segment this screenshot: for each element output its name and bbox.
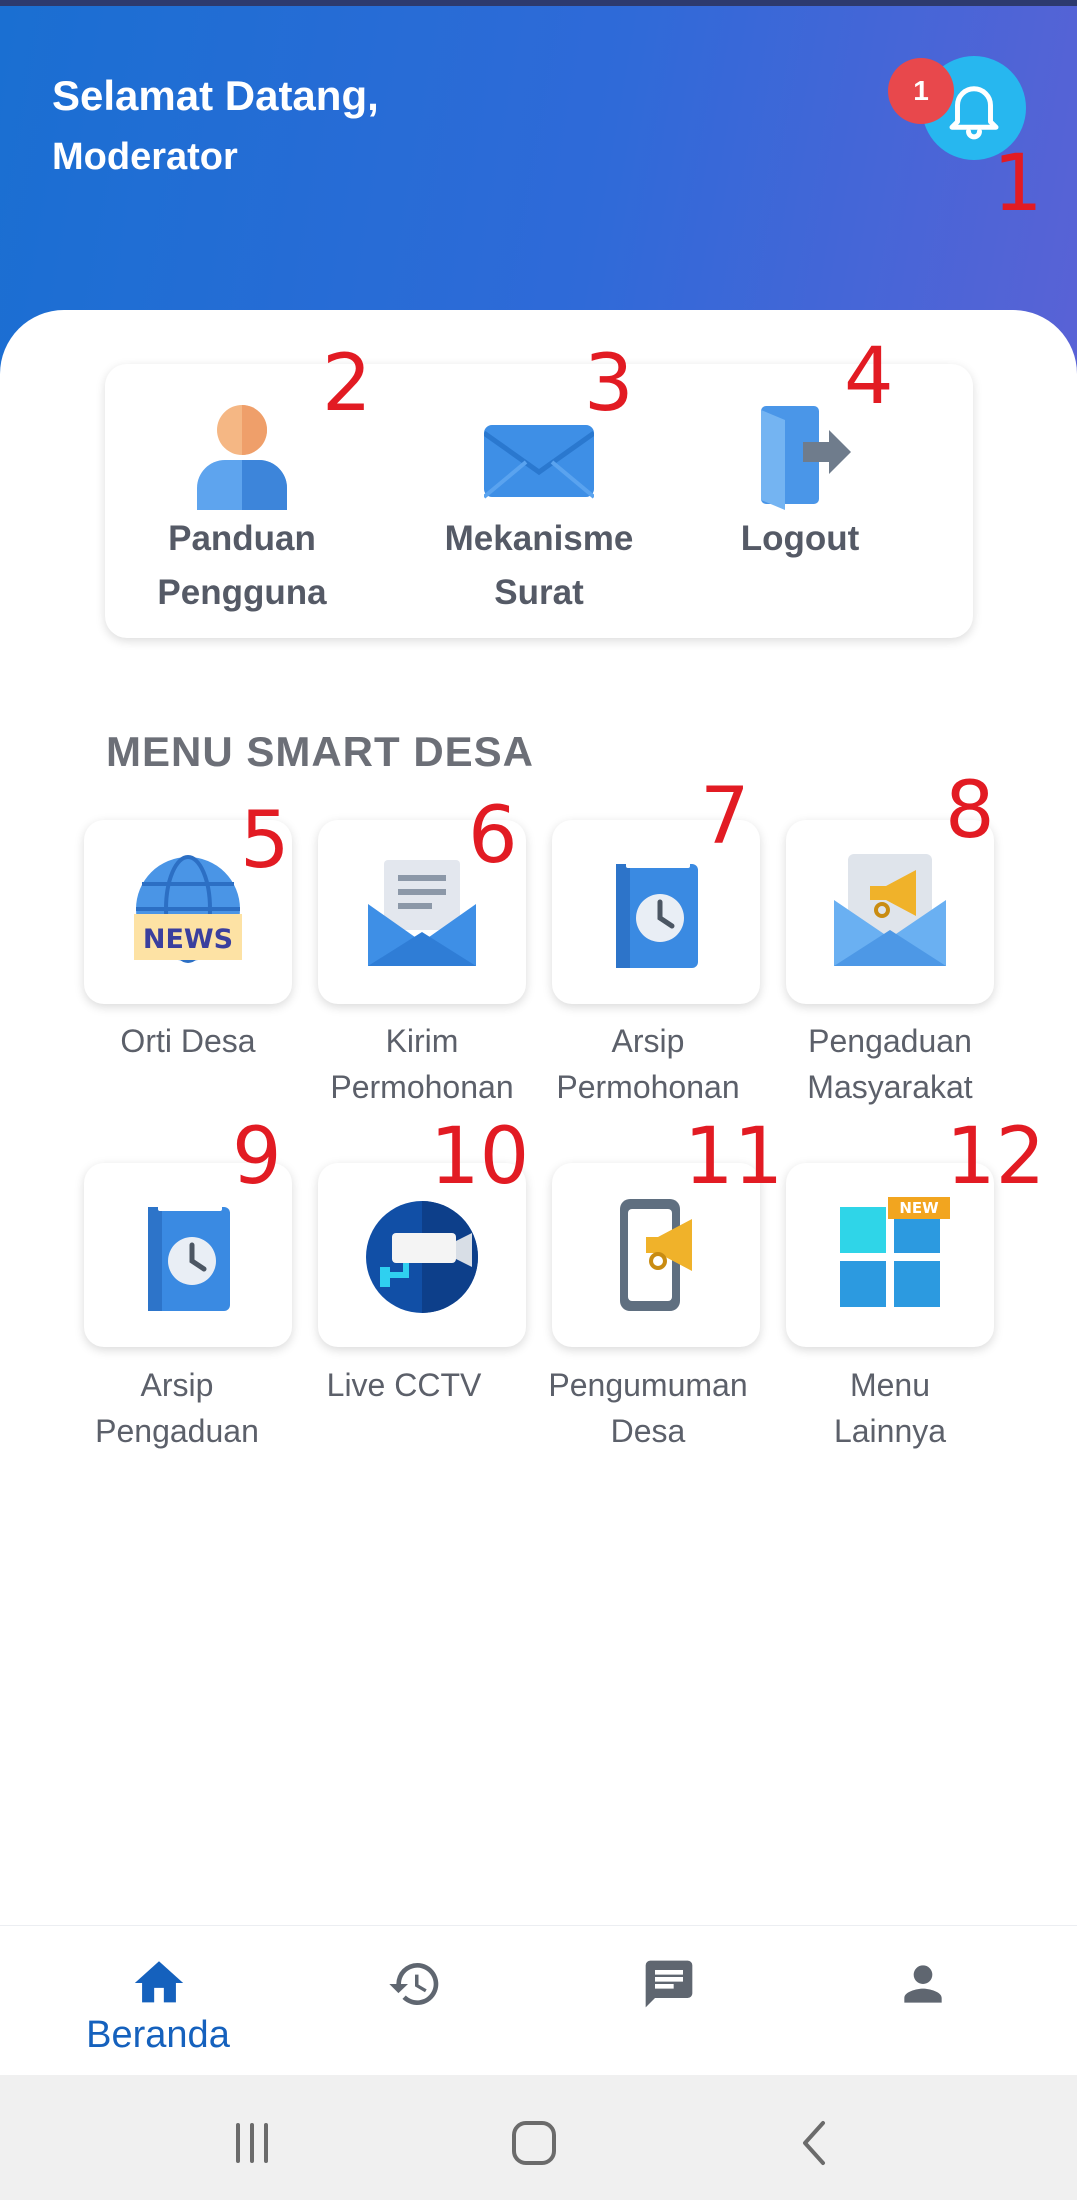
greeting-username: Moderator [52,136,238,178]
news-globe-icon: NEWS [134,855,242,963]
nav-item-profile[interactable] [820,1926,1020,2076]
annotation-number: 9 [232,1112,282,1202]
phone-megaphone-icon [620,1199,692,1311]
annotation-number: 4 [844,332,894,422]
annotation-number: 2 [322,339,372,429]
annotation-number: 10 [430,1112,530,1202]
logout-door-icon [761,406,851,510]
quick-action-label: Logout [740,519,860,558]
annotation-number: 6 [468,791,518,881]
home-button-icon[interactable] [504,2113,564,2173]
nav-item-history[interactable] [312,1926,512,2076]
menu-label: Arsip Permohonan [556,1023,740,1105]
menu-label: Arsip Pengaduan [95,1367,259,1449]
bottom-navigation: Beranda [0,1925,1077,2075]
annotation-number: 11 [684,1112,784,1202]
cctv-camera-icon [366,1201,478,1313]
nav-item-beranda[interactable]: Beranda [58,1926,258,2076]
menu-label: Kirim Permohonan [330,1023,514,1105]
chat-icon [645,1960,693,2008]
annotation-number: 7 [700,772,750,862]
quick-action-label: Mekanisme Surat [444,519,634,612]
home-icon [134,1961,184,2003]
section-title: MENU SMART DESA [106,728,535,775]
history-icon [389,1963,439,2005]
svg-text:NEWS: NEWS [143,924,233,955]
annotation-number: 1 [993,139,1043,229]
notification-badge: 1 [888,58,954,124]
menu-label: Live CCTV [326,1367,482,1403]
nav-label: Beranda [86,2014,230,2056]
back-icon[interactable] [785,2113,845,2173]
annotation-number: 3 [584,339,634,429]
megaphone-envelope-icon [834,854,946,966]
system-navigation-bar [0,2075,1077,2200]
profile-icon [904,1965,942,2003]
quick-action-label: Panduan Pengguna [157,519,327,612]
menu-label: Menu Lainnya [833,1367,947,1449]
menu-label: Pengaduan Masyarakat [807,1023,973,1105]
archive-clock-icon [148,1203,230,1311]
user-guide-icon [197,405,287,510]
nav-item-chat[interactable] [566,1926,766,2076]
recent-apps-icon[interactable] [222,2113,282,2173]
menu-label: Pengumuman Desa [548,1367,748,1449]
annotation-number: 8 [945,766,995,856]
mail-envelope-icon [484,425,594,499]
grid-new-icon: NEW [840,1197,950,1307]
new-badge: NEW [899,1199,939,1217]
quick-actions-card: Panduan Pengguna Mekanisme Surat Logout [105,364,973,638]
archive-clock-icon [616,860,698,968]
menu-label: Orti Desa [120,1023,256,1059]
annotation-number: 12 [946,1112,1046,1202]
open-envelope-letter-icon [368,860,476,966]
greeting-title: Selamat Datang, [52,72,379,119]
annotation-number: 5 [240,796,290,886]
